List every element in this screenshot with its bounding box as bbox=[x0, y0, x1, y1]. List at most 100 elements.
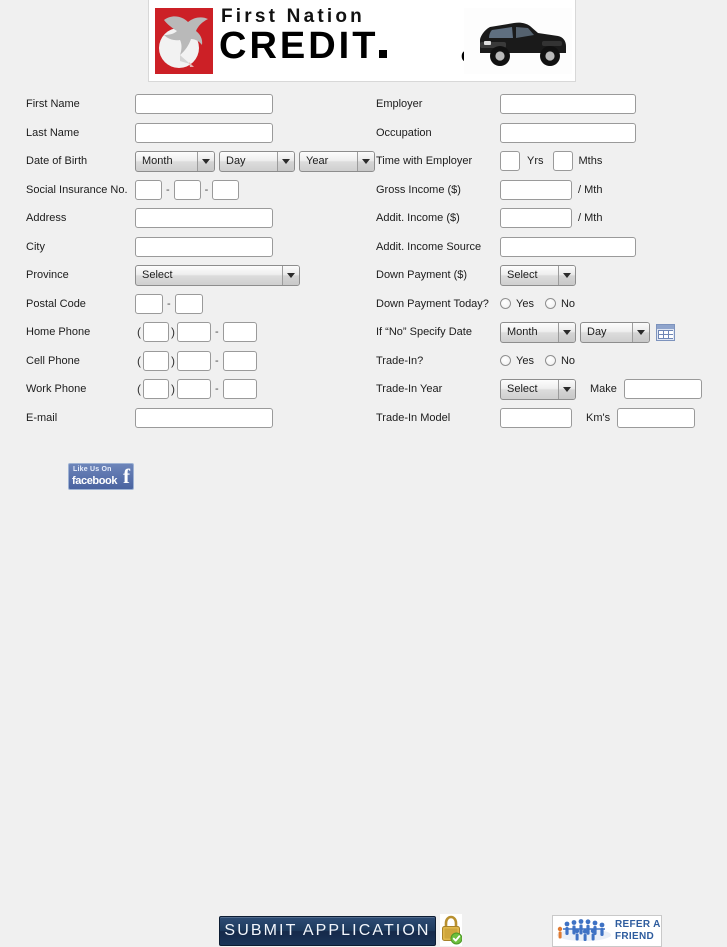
chevron-down-icon[interactable] bbox=[277, 151, 294, 171]
trade-in-yes-radio[interactable] bbox=[500, 355, 511, 367]
time-with-employer-months-input[interactable] bbox=[552, 151, 573, 172]
calendar-picker-icon[interactable] bbox=[656, 323, 675, 341]
gross-income-unit-label: / Mth bbox=[578, 183, 603, 196]
sin-part2-input[interactable] bbox=[173, 179, 201, 200]
gross-income-input[interactable] bbox=[500, 179, 572, 200]
down-payment-today-no-label[interactable]: No bbox=[556, 298, 586, 310]
work-phone-label: Work Phone bbox=[26, 383, 87, 396]
down-payment-select[interactable]: Select bbox=[500, 264, 576, 286]
field-row-city: City bbox=[26, 233, 366, 262]
refer-a-friend-badge[interactable]: REFER A FRIEND bbox=[552, 915, 662, 947]
addit-income-source-input[interactable] bbox=[500, 236, 636, 257]
cell-phone-area-input[interactable] bbox=[143, 350, 169, 371]
down-payment-today-no-radio[interactable] bbox=[544, 298, 556, 310]
facebook-icon: f bbox=[123, 464, 130, 488]
cell-phone-line-input[interactable] bbox=[222, 350, 257, 371]
chevron-down-icon[interactable] bbox=[558, 379, 575, 399]
chevron-down-icon[interactable] bbox=[282, 265, 299, 285]
trade-in-no-radio[interactable] bbox=[544, 355, 556, 367]
trade-in-no-label[interactable]: No bbox=[556, 355, 586, 367]
province-select[interactable]: Select bbox=[135, 264, 300, 286]
footer-bar: Like Us On facebook f SUBMIT APPLICATION bbox=[0, 455, 727, 947]
field-row-home-phone: Home Phone ( ) - bbox=[26, 318, 366, 347]
km-input[interactable] bbox=[617, 407, 696, 428]
make-input[interactable] bbox=[623, 379, 702, 400]
address-input[interactable] bbox=[135, 208, 273, 229]
field-row-trade-in: Trade-In? Yes No bbox=[376, 347, 721, 376]
field-row-addit-income-source: Addit. Income Source bbox=[376, 233, 721, 262]
field-row-social-insurance: Social Insurance No. - - bbox=[26, 176, 366, 205]
address-label: Address bbox=[26, 212, 67, 225]
social-insurance-label: Social Insurance No. bbox=[26, 183, 128, 196]
field-row-postal-code: Postal Code - bbox=[26, 290, 366, 319]
time-with-employer-years-input[interactable] bbox=[500, 151, 520, 172]
down-payment-today-yes-radio[interactable] bbox=[500, 298, 511, 310]
first-name-input[interactable] bbox=[135, 94, 273, 115]
field-row-employer: Employer bbox=[376, 90, 721, 119]
postal-code-part1-input[interactable] bbox=[135, 293, 163, 314]
work-phone-area-input[interactable] bbox=[143, 379, 169, 400]
first-name-label: First Name bbox=[26, 98, 80, 111]
specify-date-month-select[interactable]: Month bbox=[500, 321, 576, 343]
cell-phone-prefix-input[interactable] bbox=[177, 350, 211, 371]
chevron-down-icon[interactable] bbox=[357, 151, 374, 171]
email-input[interactable] bbox=[135, 407, 273, 428]
specify-date-label: If “No” Specify Date bbox=[376, 326, 472, 339]
home-phone-line-input[interactable] bbox=[222, 322, 257, 343]
employer-label: Employer bbox=[376, 98, 423, 111]
trade-in-yes-label[interactable]: Yes bbox=[511, 355, 545, 367]
sin-separator: - bbox=[166, 183, 170, 196]
field-row-down-payment: Down Payment ($) Select bbox=[376, 261, 721, 290]
facebook-like-badge[interactable]: Like Us On facebook f bbox=[68, 463, 134, 490]
addit-income-unit-label: / Mth bbox=[578, 212, 603, 225]
work-phone-line-input[interactable] bbox=[222, 379, 257, 400]
addit-income-label: Addit. Income ($) bbox=[376, 212, 460, 225]
specify-date-month-value: Month bbox=[507, 326, 538, 339]
home-phone-prefix-input[interactable] bbox=[177, 322, 211, 343]
months-unit-label: Mths bbox=[578, 155, 603, 168]
home-phone-separator: - bbox=[215, 326, 219, 339]
province-label: Province bbox=[26, 269, 69, 282]
brand-dot bbox=[379, 50, 388, 58]
chevron-down-icon[interactable] bbox=[197, 151, 214, 171]
dob-year-value: Year bbox=[306, 155, 329, 168]
last-name-input[interactable] bbox=[135, 122, 273, 143]
home-phone-area-input[interactable] bbox=[143, 322, 169, 343]
chevron-down-icon[interactable] bbox=[558, 265, 575, 285]
chevron-down-icon[interactable] bbox=[632, 322, 649, 342]
work-phone-prefix-input[interactable] bbox=[177, 379, 211, 400]
province-value: Select bbox=[142, 269, 173, 282]
dob-year-select[interactable]: Year bbox=[299, 150, 375, 172]
field-row-specify-date: If “No” Specify Date Month Day bbox=[376, 318, 721, 347]
postal-code-part2-input[interactable] bbox=[174, 293, 203, 314]
trade-in-model-label: Trade-In Model bbox=[376, 411, 451, 424]
gross-income-label: Gross Income ($) bbox=[376, 183, 461, 196]
trade-in-model-input[interactable] bbox=[500, 407, 572, 428]
dob-day-value: Day bbox=[226, 155, 246, 168]
addit-income-input[interactable] bbox=[500, 208, 572, 229]
pickup-truck-image bbox=[464, 8, 572, 74]
cell-phone-close-paren: ) bbox=[171, 353, 175, 368]
eagle-logo-icon bbox=[155, 8, 213, 74]
submit-application-label: SUBMIT APPLICATION bbox=[224, 922, 431, 939]
city-input[interactable] bbox=[135, 236, 273, 257]
occupation-input[interactable] bbox=[500, 122, 636, 143]
field-row-email: E-mail bbox=[26, 404, 366, 433]
down-payment-today-yes-label[interactable]: Yes bbox=[511, 298, 545, 310]
field-row-last-name: Last Name bbox=[26, 119, 366, 148]
submit-application-button[interactable]: SUBMIT APPLICATION bbox=[219, 916, 436, 946]
km-label: Km's bbox=[586, 411, 611, 424]
sin-part3-input[interactable] bbox=[212, 179, 240, 200]
trade-in-year-select[interactable]: Select bbox=[500, 378, 576, 400]
chevron-down-icon[interactable] bbox=[558, 322, 575, 342]
field-row-address: Address bbox=[26, 204, 366, 233]
field-row-addit-income: Addit. Income ($) / Mth bbox=[376, 204, 721, 233]
sin-part1-input[interactable] bbox=[135, 179, 162, 200]
employer-input[interactable] bbox=[500, 94, 636, 115]
specify-date-day-select[interactable]: Day bbox=[580, 321, 650, 343]
work-phone-separator: - bbox=[215, 383, 219, 396]
field-row-cell-phone: Cell Phone ( ) - bbox=[26, 347, 366, 376]
dob-day-select[interactable]: Day bbox=[219, 150, 295, 172]
dob-month-select[interactable]: Month bbox=[135, 150, 215, 172]
cell-phone-open-paren: ( bbox=[137, 353, 141, 368]
